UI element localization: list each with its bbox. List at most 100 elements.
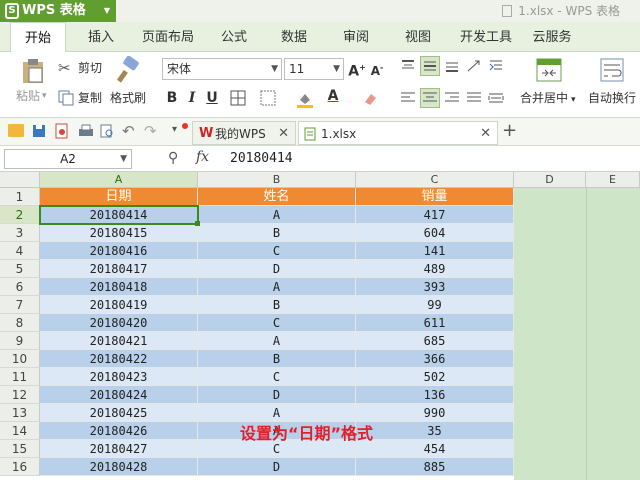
table-cell[interactable]: C <box>198 242 356 260</box>
border-icon[interactable] <box>230 90 246 106</box>
row-header[interactable]: 8 <box>0 314 40 332</box>
cut-button[interactable]: 剪切 <box>78 58 102 78</box>
row-header[interactable]: 6 <box>0 278 40 296</box>
table-cell[interactable]: 393 <box>356 278 514 296</box>
table-header-cell[interactable]: 销量 <box>356 188 514 206</box>
table-cell[interactable]: 611 <box>356 314 514 332</box>
table-cell[interactable]: D <box>198 386 356 404</box>
export-pdf-icon[interactable] <box>54 123 70 139</box>
doc-tab-1xlsx[interactable]: 1.xlsx ✕ <box>298 121 498 145</box>
tab-cloud[interactable]: 云服务 <box>528 22 576 52</box>
table-cell[interactable]: D <box>198 458 356 476</box>
row-header[interactable]: 2 <box>0 206 40 224</box>
merge-border-icon[interactable] <box>260 90 276 106</box>
table-cell[interactable]: 20180416 <box>40 242 198 260</box>
table-header-cell[interactable]: 日期 <box>40 188 198 206</box>
redo-icon[interactable]: ↷ <box>144 122 157 140</box>
table-cell[interactable]: 141 <box>356 242 514 260</box>
column-header-c[interactable]: C <box>356 172 514 188</box>
table-cell[interactable]: 20180428 <box>40 458 198 476</box>
align-center-icon[interactable] <box>420 88 440 108</box>
tab-insert[interactable]: 插入 <box>76 22 126 52</box>
align-middle-icon[interactable] <box>420 56 440 76</box>
print-preview-icon[interactable] <box>100 124 114 138</box>
table-cell[interactable]: 366 <box>356 350 514 368</box>
column-header-a[interactable]: A <box>40 172 198 188</box>
row-header[interactable]: 11 <box>0 368 40 386</box>
table-cell[interactable]: 604 <box>356 224 514 242</box>
table-cell[interactable]: 417 <box>356 206 514 224</box>
table-cell[interactable]: 885 <box>356 458 514 476</box>
row-header[interactable]: 13 <box>0 404 40 422</box>
table-cell[interactable]: 990 <box>356 404 514 422</box>
table-cell[interactable]: 20180415 <box>40 224 198 242</box>
undo-icon[interactable]: ↶ <box>122 122 135 140</box>
select-all-corner[interactable] <box>0 172 40 188</box>
formula-input[interactable]: 20180414 <box>230 151 293 166</box>
tab-formula[interactable]: 公式 <box>212 22 256 52</box>
tab-review[interactable]: 审阅 <box>334 22 378 52</box>
row-header[interactable]: 12 <box>0 386 40 404</box>
table-cell[interactable]: 20180423 <box>40 368 198 386</box>
tab-developer[interactable]: 开发工具 <box>456 22 516 52</box>
doc-tab-my-wps[interactable]: W 我的WPS ✕ <box>192 121 296 145</box>
row-header[interactable]: 15 <box>0 440 40 458</box>
table-cell[interactable]: B <box>198 296 356 314</box>
grow-font-button[interactable]: A+ <box>348 58 366 80</box>
empty-cells-area[interactable] <box>514 188 640 480</box>
paste-button[interactable]: 粘贴 <box>16 86 40 106</box>
table-cell[interactable]: C <box>198 314 356 332</box>
table-cell[interactable]: 685 <box>356 332 514 350</box>
align-right-icon[interactable] <box>444 90 460 106</box>
column-header-d[interactable]: D <box>514 172 586 188</box>
row-header[interactable]: 10 <box>0 350 40 368</box>
tab-home[interactable]: 开始 <box>10 22 66 53</box>
print-icon[interactable] <box>78 124 94 138</box>
table-cell[interactable]: 20180418 <box>40 278 198 296</box>
row-header[interactable]: 5 <box>0 260 40 278</box>
table-cell[interactable]: 20180421 <box>40 332 198 350</box>
row-header[interactable]: 7 <box>0 296 40 314</box>
new-tab-plus-icon[interactable]: + <box>502 120 517 141</box>
table-cell[interactable]: B <box>198 350 356 368</box>
table-cell[interactable]: 20180424 <box>40 386 198 404</box>
row-header[interactable]: 3 <box>0 224 40 242</box>
table-cell[interactable]: 20180425 <box>40 404 198 422</box>
column-header-e[interactable]: E <box>586 172 640 188</box>
more-icon[interactable]: ▾ <box>172 124 177 135</box>
fill-color-icon[interactable] <box>296 90 314 108</box>
merge-center-button[interactable]: 合并居中 ▾ <box>520 88 576 108</box>
table-cell[interactable]: D <box>198 260 356 278</box>
table-cell[interactable]: 20180427 <box>40 440 198 458</box>
format-painter-button[interactable]: 格式刷 <box>110 88 146 108</box>
table-cell[interactable]: C <box>198 368 356 386</box>
table-header-cell[interactable]: 姓名 <box>198 188 356 206</box>
copy-button[interactable]: 复制 <box>78 88 102 108</box>
indent-icon[interactable] <box>488 58 504 74</box>
text-direction-icon[interactable] <box>466 58 482 74</box>
table-cell[interactable]: 489 <box>356 260 514 278</box>
wrap-text-button[interactable]: 自动换行 <box>588 88 636 108</box>
table-cell[interactable]: 454 <box>356 440 514 458</box>
align-left-icon[interactable] <box>400 90 416 106</box>
font-name-select[interactable]: 宋体 ▼ <box>162 58 282 80</box>
row-header[interactable]: 4 <box>0 242 40 260</box>
table-cell[interactable]: A <box>198 206 356 224</box>
row-header[interactable]: 9 <box>0 332 40 350</box>
justify-icon[interactable] <box>466 90 482 106</box>
table-cell[interactable]: 502 <box>356 368 514 386</box>
bold-button[interactable]: B <box>164 88 180 108</box>
align-top-icon[interactable] <box>400 58 416 74</box>
table-cell[interactable]: A <box>198 332 356 350</box>
close-icon[interactable]: ✕ <box>278 122 289 146</box>
row-header[interactable]: 1 <box>0 188 40 206</box>
table-cell[interactable]: 20180426 <box>40 422 198 440</box>
tab-data[interactable]: 数据 <box>272 22 316 52</box>
row-header[interactable]: 16 <box>0 458 40 476</box>
name-box[interactable]: A2 ▼ <box>4 149 132 169</box>
app-menu-button[interactable]: S WPS 表格 ▼ <box>0 0 116 22</box>
shrink-font-button[interactable]: A- <box>368 58 386 78</box>
column-header-b[interactable]: B <box>198 172 356 188</box>
table-cell[interactable]: 99 <box>356 296 514 314</box>
tab-view[interactable]: 视图 <box>396 22 440 52</box>
